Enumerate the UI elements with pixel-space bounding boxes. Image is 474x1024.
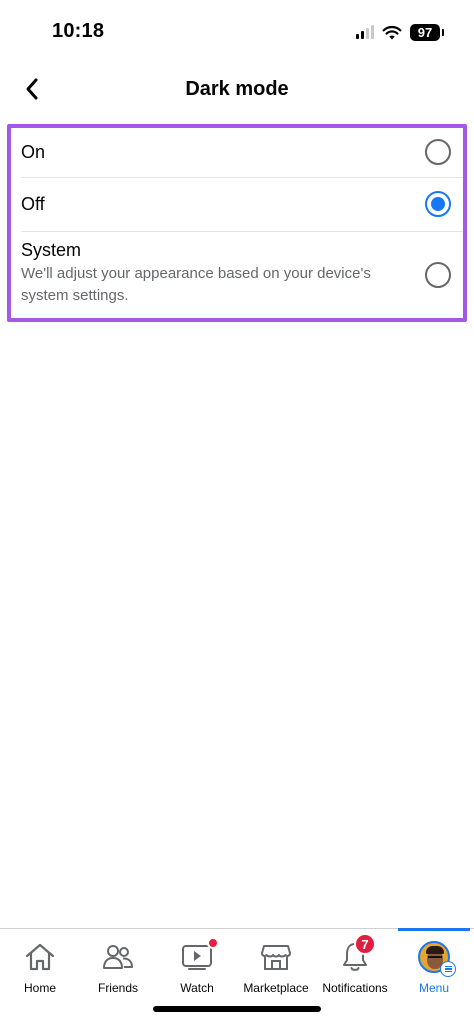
signal-icon — [356, 25, 374, 39]
option-on-text: On — [21, 142, 45, 163]
radio-system[interactable] — [425, 262, 451, 288]
tab-home[interactable]: Home — [6, 929, 74, 999]
option-on[interactable]: On — [11, 128, 463, 176]
tab-watch[interactable]: Watch — [163, 929, 231, 999]
avatar-menu-icon-wrap — [418, 941, 456, 977]
avatar-glasses — [428, 956, 442, 960]
option-label: Off — [21, 193, 45, 214]
watch-notification-dot — [207, 937, 219, 949]
battery-icon: 97 — [410, 23, 444, 41]
friends-icon-wrap — [102, 941, 134, 973]
option-off-text: Off — [21, 194, 45, 215]
tab-label: Menu — [418, 981, 450, 995]
tab-label: Notifications — [322, 981, 388, 995]
option-label: System — [21, 240, 82, 260]
radio-off-selected[interactable] — [425, 191, 451, 217]
notifications-badge: 7 — [354, 933, 376, 955]
bell-icon-wrap: 7 — [340, 933, 376, 973]
tab-label: Friends — [97, 981, 138, 995]
option-label: On — [21, 141, 46, 162]
home-icon — [25, 943, 55, 971]
home-icon-wrap — [24, 941, 56, 973]
radio-on[interactable] — [425, 139, 451, 165]
tab-label: Watch — [180, 981, 214, 995]
status-time: 10:18 — [52, 20, 105, 42]
friends-icon — [103, 945, 133, 969]
marketplace-icon — [261, 945, 291, 970]
tab-marketplace[interactable]: Marketplace — [240, 929, 312, 999]
option-system[interactable]: System We'll adjust your appearance base… — [11, 232, 463, 318]
tab-menu[interactable]: Menu — [398, 929, 470, 999]
avatar-hair — [426, 946, 444, 954]
dark-mode-options: On Off System We'll adjust your appearan… — [7, 124, 467, 322]
option-off[interactable]: Off — [11, 178, 463, 230]
tab-label: Home — [23, 981, 56, 995]
option-system-text: System We'll adjust your appearance base… — [21, 240, 421, 307]
home-indicator[interactable] — [153, 1006, 321, 1012]
tab-notifications[interactable]: 7 Notifications — [318, 929, 392, 999]
watch-icon-wrap — [181, 937, 219, 973]
screen: 10:18 97 Dark mode On Off System We'll a… — [0, 0, 474, 1024]
status-bar: 10:18 97 — [0, 0, 474, 62]
option-description: We'll adjust your appearance based on yo… — [21, 265, 371, 304]
status-icons: 97 — [356, 22, 444, 42]
wifi-icon — [382, 25, 402, 39]
marketplace-icon-wrap — [260, 941, 292, 973]
header: Dark mode — [0, 62, 474, 118]
menu-icon — [440, 961, 456, 977]
page-title: Dark mode — [185, 78, 289, 100]
tab-friends[interactable]: Friends — [84, 929, 152, 999]
tab-label: Marketplace — [243, 981, 309, 995]
